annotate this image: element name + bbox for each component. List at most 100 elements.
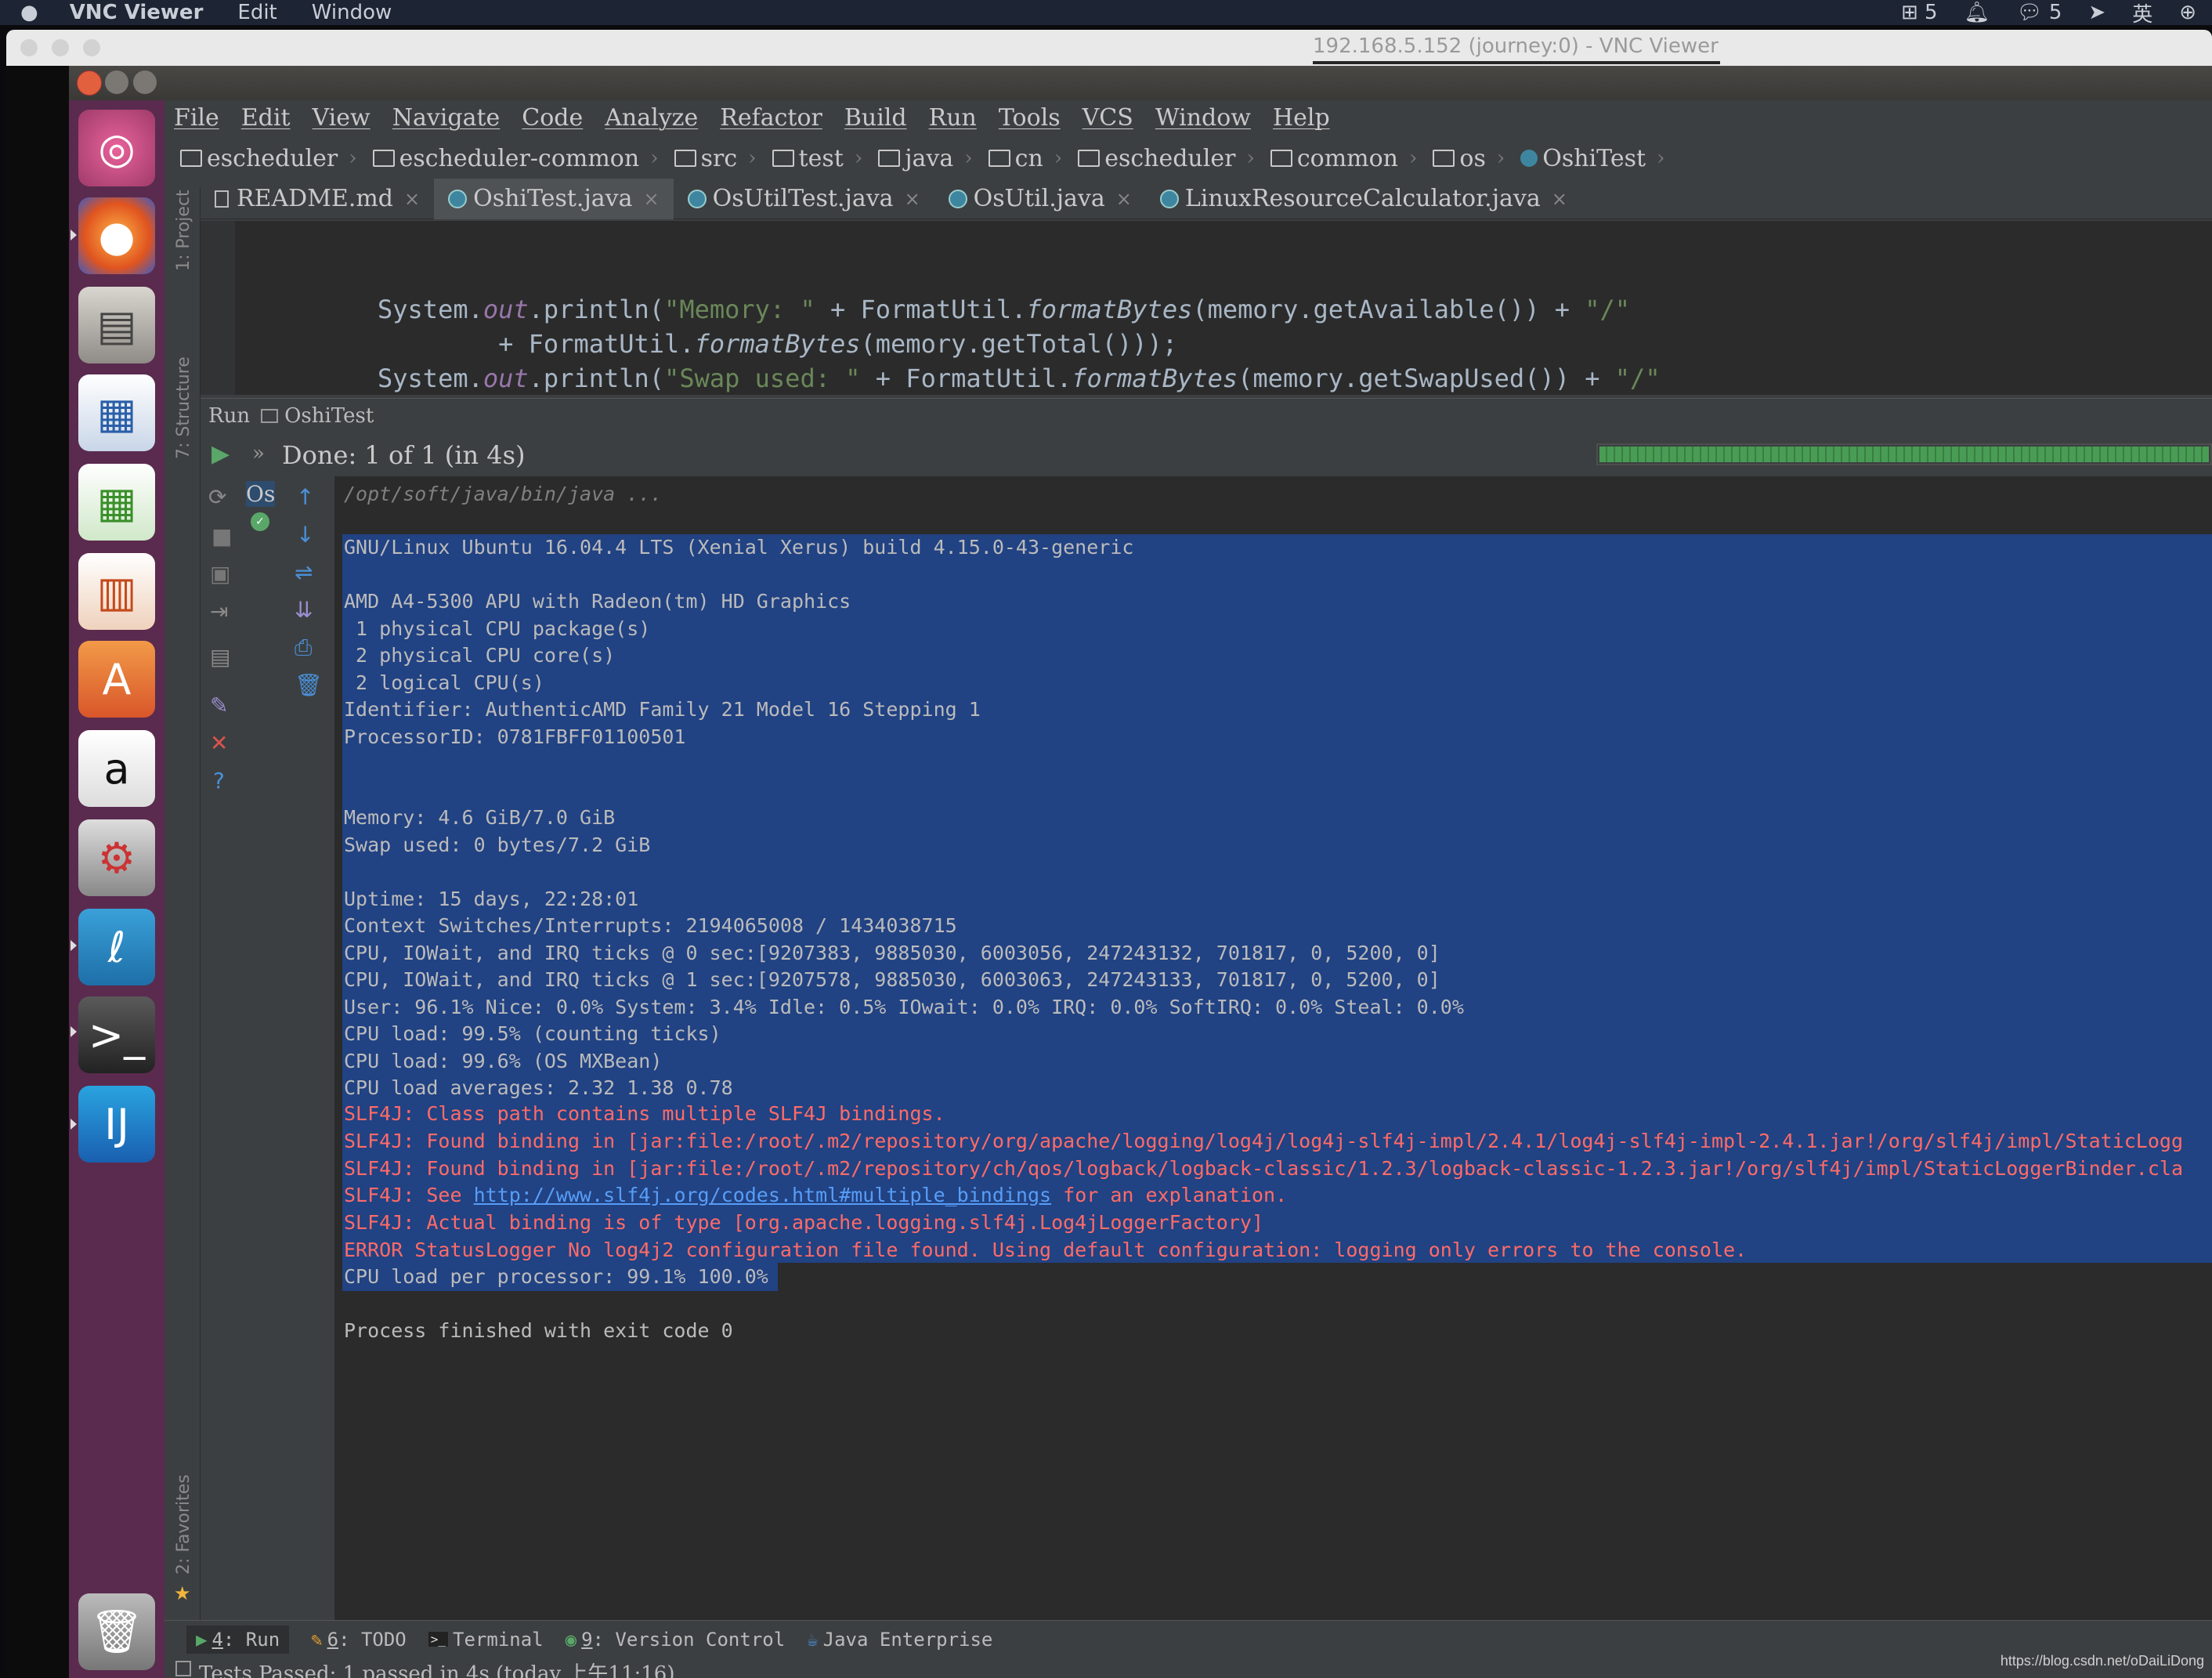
breadcrumb-java[interactable]: java › xyxy=(878,145,973,172)
console-line: CPU load averages: 2.32 1.38 0.78 xyxy=(344,1076,733,1099)
vnc-zoom-button[interactable] xyxy=(83,39,100,56)
status-toggle-icon[interactable] xyxy=(175,1661,191,1676)
window-minimize-button[interactable] xyxy=(105,71,128,94)
window-close-button[interactable] xyxy=(77,71,102,96)
breadcrumb-oshitest[interactable]: OshiTest › xyxy=(1520,145,1664,172)
menu-run[interactable]: Run xyxy=(929,104,977,132)
menu-tools[interactable]: Tools xyxy=(999,104,1061,132)
close-icon[interactable]: × xyxy=(1552,188,1567,210)
clear-all-icon[interactable]: 🗑︎ xyxy=(295,672,323,698)
mac-menu-edit[interactable]: Edit xyxy=(237,1,276,24)
wechat-icon[interactable]: 💬︎ 5 xyxy=(2017,1,2062,24)
menu-vcs[interactable]: VCS xyxy=(1083,104,1133,132)
tab-readme[interactable]: README.md × xyxy=(201,179,434,219)
menu-window[interactable]: Window xyxy=(1155,104,1251,132)
system-settings-icon[interactable]: ⚙ xyxy=(78,819,155,896)
down-arrow-icon[interactable]: ↓ xyxy=(296,522,314,548)
console-line: Swap used: 0 bytes/7.2 GiB xyxy=(344,833,651,856)
mac-menu-app[interactable]: VNC Viewer xyxy=(70,1,204,24)
menu-file[interactable]: File xyxy=(174,104,219,132)
close-icon[interactable]: × xyxy=(905,188,920,210)
bottom-tab-run[interactable]: ▶ 4: Run xyxy=(186,1625,290,1654)
print-icon[interactable]: ⎙ xyxy=(295,635,312,661)
breadcrumb-escheduler-common[interactable]: escheduler-common › xyxy=(372,145,659,172)
breadcrumb-escheduler[interactable]: escheduler › xyxy=(180,145,357,172)
up-arrow-icon[interactable]: ↑ xyxy=(296,484,314,510)
rerun-failed-icon[interactable]: ⟳ xyxy=(208,484,226,510)
close-run-icon[interactable]: ✕ xyxy=(210,730,228,756)
terminal-app-icon[interactable]: >_ xyxy=(78,996,155,1073)
tab-linuxresourcecalculator[interactable]: LinuxResourceCalculator.java × xyxy=(1146,179,1581,219)
remmina-icon[interactable]: ℓ xyxy=(78,909,155,985)
soft-wrap-icon[interactable]: ⇌ xyxy=(295,559,313,585)
folder-icon xyxy=(772,150,794,167)
import-tests-icon[interactable]: ⇥ xyxy=(210,599,228,624)
mac-menu-window[interactable]: Window xyxy=(312,1,392,24)
close-icon[interactable]: × xyxy=(643,188,659,210)
menu-analyze[interactable]: Analyze xyxy=(605,104,698,132)
menu-view[interactable]: View xyxy=(313,104,370,132)
close-icon[interactable]: × xyxy=(404,188,420,210)
tab-osutiltest[interactable]: OsUtilTest.java × xyxy=(674,179,934,219)
menu-edit[interactable]: Edit xyxy=(241,104,291,132)
bottom-tab-todo[interactable]: ✎ 6: TODO xyxy=(311,1629,407,1651)
menu-navigate[interactable]: Navigate xyxy=(392,104,501,132)
camera-icon[interactable]: ▣ xyxy=(210,561,230,587)
console-line: CPU load per processor: 99.1% 100.0% xyxy=(344,1265,768,1288)
menu-build[interactable]: Build xyxy=(844,104,907,132)
bottom-tab-java-enterprise[interactable]: ☕︎ Java Enterprise xyxy=(807,1629,992,1651)
menu-code[interactable]: Code xyxy=(522,104,583,132)
breadcrumb-src[interactable]: src › xyxy=(674,145,757,172)
software-center-icon[interactable]: A xyxy=(78,641,155,718)
vnc-close-button[interactable] xyxy=(20,39,38,56)
files-icon[interactable]: ▤ xyxy=(78,287,155,363)
language-indicator[interactable]: 英 xyxy=(2132,0,2152,27)
class-icon xyxy=(448,189,468,208)
expand-toolbar-icon[interactable]: » xyxy=(252,442,265,465)
control-center-icon[interactable]: ⊕ xyxy=(2179,1,2196,24)
calc-icon[interactable]: ▦ xyxy=(78,464,155,541)
bottom-tab-version-control[interactable]: ◉ 9: Version Control xyxy=(566,1629,786,1651)
run-panel-label: Run xyxy=(208,403,251,428)
breadcrumb-escheduler-pkg[interactable]: escheduler › xyxy=(1078,145,1255,172)
tab-oshitest[interactable]: OshiTest.java × xyxy=(434,178,674,219)
close-icon[interactable]: × xyxy=(1116,188,1132,210)
structure-tool-tab[interactable]: 7: Structure xyxy=(174,356,193,459)
breadcrumb-cn[interactable]: cn › xyxy=(988,145,1062,172)
amazon-icon[interactable]: a xyxy=(78,730,155,807)
tab-osutil[interactable]: OsUtil.java × xyxy=(934,179,1146,219)
menu-refactor[interactable]: Refactor xyxy=(720,104,822,132)
console-toolbar: ↑ ↓ ⇌ ⇊ ⎙ 🗑︎ xyxy=(279,476,335,1620)
window-maximize-button[interactable] xyxy=(133,71,157,94)
breadcrumb-os[interactable]: os › xyxy=(1433,145,1505,172)
rerun-icon[interactable]: ▶ xyxy=(211,440,230,468)
console-line: Context Switches/Interrupts: 2194065008 … xyxy=(344,914,957,937)
project-tool-tab[interactable]: 1: Project xyxy=(174,190,193,271)
intellij-icon[interactable]: IJ xyxy=(78,1086,155,1163)
menu-help[interactable]: Help xyxy=(1273,104,1330,132)
pin-icon[interactable]: ✎ xyxy=(210,693,228,718)
run-config-tab[interactable]: OshiTest xyxy=(284,404,374,428)
bottom-tab-terminal[interactable]: >_ Terminal xyxy=(428,1629,544,1651)
test-tree-item[interactable]: Os xyxy=(246,481,276,507)
layout-icon[interactable]: ▤ xyxy=(210,644,230,670)
help-icon[interactable]: ? xyxy=(213,768,225,794)
writer-icon[interactable]: ▦ xyxy=(78,374,155,451)
vnc-minimize-button[interactable] xyxy=(52,39,69,56)
input-method-icon[interactable]: ⊞ 5 xyxy=(1901,1,1938,24)
send-icon[interactable]: ➤ xyxy=(2088,1,2105,24)
scroll-to-end-icon[interactable]: ⇊ xyxy=(295,597,313,623)
impress-icon[interactable]: ▥ xyxy=(78,553,155,630)
slf4j-link[interactable]: http://www.slf4j.org/codes.html#multiple… xyxy=(474,1184,1052,1206)
favorites-tool-tab[interactable]: 2: Favorites xyxy=(174,1474,193,1575)
console-line: 2 logical CPU(s) xyxy=(344,671,544,694)
breadcrumb-test[interactable]: test › xyxy=(772,145,862,172)
trash-icon[interactable]: 🗑︎ xyxy=(78,1593,155,1670)
stop-icon[interactable]: ■ xyxy=(211,523,232,549)
ubuntu-dash-icon[interactable]: ◎ xyxy=(78,110,155,186)
apple-icon[interactable]: ● xyxy=(20,1,38,24)
breadcrumb-common[interactable]: common › xyxy=(1270,145,1417,172)
firefox-icon[interactable]: ● xyxy=(78,197,155,274)
console-line: CPU, IOWait, and IRQ ticks @ 1 sec:[9207… xyxy=(344,968,1440,991)
notification-bell-icon[interactable]: 🔔︎ xyxy=(1964,1,1990,24)
